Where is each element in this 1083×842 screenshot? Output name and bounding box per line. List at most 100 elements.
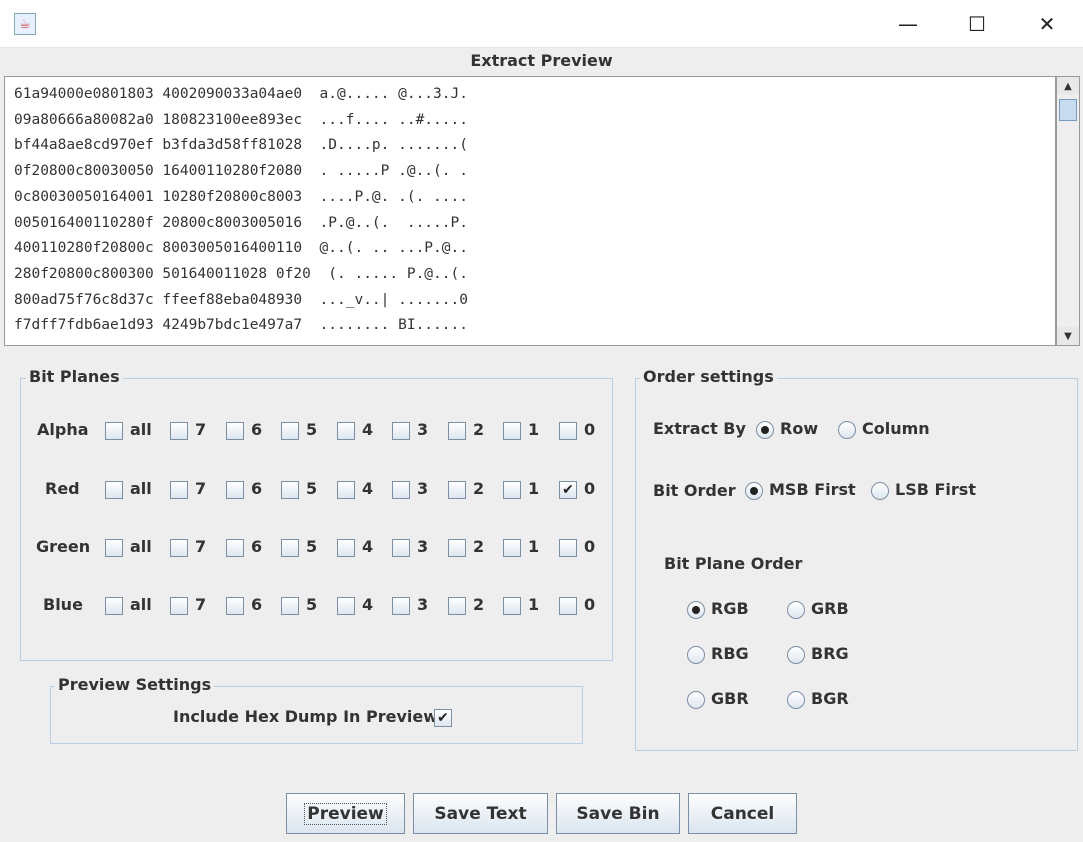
scroll-up-arrow-icon[interactable]: ▲	[1057, 77, 1079, 95]
plane-order-option-label: BGR	[811, 689, 849, 708]
bit-order-radio-lsb-first[interactable]	[871, 482, 889, 500]
plane-order-radio-rgb[interactable]	[687, 601, 705, 619]
alpha-label: Alpha	[37, 420, 89, 439]
preview-text-area[interactable]: 61a94000e0801803 4002090033a04ae0 a.@...…	[4, 76, 1056, 346]
green-bit-1-label: 1	[528, 537, 540, 556]
alpha-bit-7-checkbox[interactable]	[170, 422, 188, 440]
blue-bit-4-label: 4	[362, 595, 374, 614]
green-bit-2-checkbox[interactable]	[448, 539, 466, 557]
hex-dump-checkbox[interactable]: ✔	[434, 709, 452, 727]
green-bit-6-checkbox[interactable]	[226, 539, 244, 557]
save-text-button[interactable]: Save Text	[413, 793, 548, 834]
scroll-down-arrow-icon[interactable]: ▼	[1057, 327, 1079, 345]
hex-dump-line: 0f20800c80030050 16400110280f2080 . ....…	[14, 163, 468, 180]
alpha-bit-0-label: 0	[584, 420, 596, 439]
hex-dump-line: bf44a8ae8cd970ef b3fda3d58ff81028 .D....…	[14, 137, 468, 154]
alpha-bit-5-checkbox[interactable]	[281, 422, 299, 440]
preview-button[interactable]: Preview	[286, 793, 405, 834]
blue-bit-6-checkbox[interactable]	[226, 597, 244, 615]
plane-order-radio-grb[interactable]	[787, 601, 805, 619]
plane-order-radio-rbg[interactable]	[687, 646, 705, 664]
extract-by-option-label: Column	[862, 419, 930, 438]
alpha-bit-0-checkbox[interactable]	[559, 422, 577, 440]
maximize-button[interactable]: ☐	[954, 0, 1000, 48]
alpha-bit-all-label: all	[130, 420, 152, 439]
green-bit-5-label: 5	[306, 537, 318, 556]
blue-bit-0-checkbox[interactable]	[559, 597, 577, 615]
alpha-bit-6-checkbox[interactable]	[226, 422, 244, 440]
red-label: Red	[45, 479, 80, 498]
green-bit-4-checkbox[interactable]	[337, 539, 355, 557]
red-bit-2-checkbox[interactable]	[448, 481, 466, 499]
hex-dump-line: f7dff7fdb6ae1d93 4249b7bdc1e497a7 ......…	[14, 317, 468, 334]
green-bit-6-label: 6	[251, 537, 263, 556]
green-bit-3-checkbox[interactable]	[392, 539, 410, 557]
cancel-button[interactable]: Cancel	[688, 793, 797, 834]
plane-order-radio-brg[interactable]	[787, 646, 805, 664]
red-bit-1-checkbox[interactable]	[503, 481, 521, 499]
minimize-button[interactable]: —	[885, 0, 931, 48]
radio-selected-dot	[750, 487, 758, 495]
blue-bit-3-checkbox[interactable]	[392, 597, 410, 615]
bit-order-option-label: LSB First	[895, 480, 976, 499]
hex-dump-line: 400110280f20800c 8003005016400110 @..(. …	[14, 240, 468, 257]
blue-bit-5-checkbox[interactable]	[281, 597, 299, 615]
red-bit-7-label: 7	[195, 479, 207, 498]
red-bit-2-label: 2	[473, 479, 485, 498]
save-bin-button[interactable]: Save Bin	[556, 793, 680, 834]
blue-label: Blue	[43, 595, 83, 614]
blue-bit-2-checkbox[interactable]	[448, 597, 466, 615]
hex-dump-line: 09a80666a80082a0 180823100ee893ec ...f..…	[14, 111, 468, 128]
extract-by-radio-row[interactable]	[756, 421, 774, 439]
green-bit-7-label: 7	[195, 537, 207, 556]
red-bit-all-label: all	[130, 479, 152, 498]
blue-bit-7-checkbox[interactable]	[170, 597, 188, 615]
bit-order-label: Bit Order	[653, 481, 736, 500]
green-bit-1-checkbox[interactable]	[503, 539, 521, 557]
blue-bit-4-checkbox[interactable]	[337, 597, 355, 615]
bit-order-radio-msb-first[interactable]	[745, 482, 763, 500]
alpha-bit-5-label: 5	[306, 420, 318, 439]
radio-selected-dot	[761, 426, 769, 434]
plane-order-radio-gbr[interactable]	[687, 691, 705, 709]
blue-bit-1-label: 1	[528, 595, 540, 614]
preview-title: Extract Preview	[470, 51, 613, 70]
plane-order-radio-bgr[interactable]	[787, 691, 805, 709]
blue-bit-6-label: 6	[251, 595, 263, 614]
red-bit-7-checkbox[interactable]	[170, 481, 188, 499]
alpha-bit-all-checkbox[interactable]	[105, 422, 123, 440]
order-settings-title: Order settings	[640, 367, 777, 386]
alpha-bit-2-checkbox[interactable]	[448, 422, 466, 440]
extract-by-radio-column[interactable]	[838, 421, 856, 439]
scroll-thumb[interactable]	[1059, 99, 1077, 121]
blue-bit-1-checkbox[interactable]	[503, 597, 521, 615]
red-bit-5-checkbox[interactable]	[281, 481, 299, 499]
alpha-bit-3-checkbox[interactable]	[392, 422, 410, 440]
red-bit-1-label: 1	[528, 479, 540, 498]
red-bit-6-checkbox[interactable]	[226, 481, 244, 499]
bit-order-option-label: MSB First	[769, 480, 856, 499]
close-button[interactable]: ✕	[1024, 0, 1070, 48]
green-bit-all-label: all	[130, 537, 152, 556]
plane-order-option-label: GRB	[811, 599, 849, 618]
plane-order-option-label: BRG	[811, 644, 849, 663]
hex-dump-line: 280f20800c800300 501640011028 0f20 (. ..…	[14, 265, 468, 282]
green-bit-all-checkbox[interactable]	[105, 539, 123, 557]
preview-button-label: Preview	[304, 802, 387, 825]
red-bit-4-checkbox[interactable]	[337, 481, 355, 499]
alpha-bit-4-checkbox[interactable]	[337, 422, 355, 440]
alpha-bit-7-label: 7	[195, 420, 207, 439]
green-bit-5-checkbox[interactable]	[281, 539, 299, 557]
vertical-scrollbar[interactable]: ▲ ▼	[1056, 76, 1080, 346]
red-bit-6-label: 6	[251, 479, 263, 498]
green-bit-0-checkbox[interactable]	[559, 539, 577, 557]
red-bit-3-checkbox[interactable]	[392, 481, 410, 499]
red-bit-0-checkbox[interactable]: ✔	[559, 481, 577, 499]
blue-bit-all-checkbox[interactable]	[105, 597, 123, 615]
title-bar: ☕ — ☐ ✕	[0, 0, 1083, 48]
alpha-bit-6-label: 6	[251, 420, 263, 439]
green-bit-7-checkbox[interactable]	[170, 539, 188, 557]
alpha-bit-1-checkbox[interactable]	[503, 422, 521, 440]
blue-bit-3-label: 3	[417, 595, 429, 614]
red-bit-all-checkbox[interactable]	[105, 481, 123, 499]
